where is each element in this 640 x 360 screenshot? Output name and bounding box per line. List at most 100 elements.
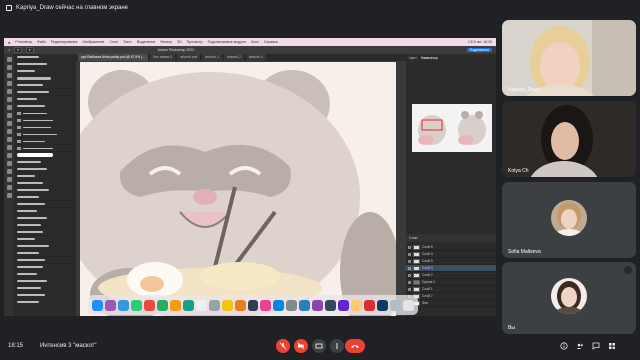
layer-row[interactable]: Фон	[406, 300, 496, 307]
photoshop-icon[interactable]	[377, 299, 388, 311]
messages-icon[interactable]	[130, 299, 142, 311]
brush-row[interactable]	[14, 285, 76, 292]
launchpad-icon[interactable]	[105, 299, 116, 311]
eye-icon[interactable]	[408, 273, 411, 277]
app-icon[interactable]	[364, 299, 376, 311]
brush-row[interactable]	[14, 236, 76, 243]
brush-row[interactable]	[14, 96, 76, 103]
home-icon[interactable]: ⌂	[8, 48, 10, 52]
share-button[interactable]: Поделиться	[466, 48, 492, 52]
layer-row[interactable]: Слой 4	[406, 251, 496, 258]
settings-icon[interactable]	[286, 299, 298, 311]
eye-icon[interactable]	[408, 252, 411, 256]
move-tool-icon[interactable]	[6, 57, 12, 62]
brush-row[interactable]	[14, 229, 76, 236]
eye-icon[interactable]	[408, 245, 411, 249]
document-tab[interactable]: artwork.psd	[177, 54, 201, 61]
healing-tool-icon[interactable]	[6, 105, 12, 110]
trash-icon[interactable]	[402, 299, 414, 311]
downloads-icon[interactable]	[390, 299, 401, 311]
participant-tile-self[interactable]: Вы	[502, 262, 636, 334]
pen-tool-icon[interactable]	[6, 153, 12, 158]
brush-folder[interactable]	[14, 124, 76, 131]
gradient-tool-icon[interactable]	[6, 137, 12, 142]
layer-row[interactable]: Слой 7	[406, 293, 496, 300]
menu-item[interactable]: 3D	[177, 40, 181, 44]
navigator-preview[interactable]	[412, 104, 492, 152]
chat-button[interactable]	[592, 342, 600, 350]
finder-icon[interactable]	[92, 299, 104, 311]
end-call-button[interactable]	[345, 339, 365, 353]
layer-row[interactable]: Группа 1	[406, 279, 496, 286]
brush-row[interactable]	[14, 278, 76, 285]
brush-row[interactable]	[14, 173, 76, 180]
eye-icon[interactable]	[408, 287, 411, 291]
brush-row[interactable]	[14, 257, 76, 264]
eraser-tool-icon[interactable]	[6, 129, 12, 134]
layer-row-selected[interactable]: Слой 3	[406, 265, 496, 272]
layer-row[interactable]: Слой 2	[406, 272, 496, 279]
brush-row[interactable]	[14, 208, 76, 215]
present-button[interactable]	[312, 339, 326, 353]
panel-tab-color[interactable]: Цвет	[409, 56, 417, 61]
viber-icon[interactable]	[312, 299, 324, 311]
brush-row[interactable]	[14, 54, 76, 61]
app-icon[interactable]	[338, 299, 350, 311]
document-tab[interactable]: Без имени-1	[150, 54, 176, 61]
brush-row[interactable]	[14, 264, 76, 271]
brush-row[interactable]	[14, 152, 76, 159]
contacts-icon[interactable]	[208, 299, 220, 311]
notes-icon[interactable]	[221, 299, 233, 311]
brush-row[interactable]	[14, 271, 76, 278]
menu-item[interactable]: Подключаемые модули	[208, 40, 246, 44]
facetime-icon[interactable]	[182, 299, 194, 311]
brush-folder[interactable]	[14, 131, 76, 138]
brush-folder[interactable]	[14, 117, 76, 124]
lasso-tool-icon[interactable]	[6, 73, 12, 78]
panel-tab-navigator[interactable]: Навигатор	[421, 56, 438, 61]
mode-option[interactable]: ▾	[25, 47, 34, 53]
brush-row[interactable]	[14, 187, 76, 194]
brush-row[interactable]	[14, 166, 76, 173]
brush-folder[interactable]	[14, 145, 76, 152]
brush-row[interactable]	[14, 201, 76, 208]
appstore-icon[interactable]	[273, 299, 285, 311]
chrome-icon[interactable]	[351, 299, 363, 311]
stamp-tool-icon[interactable]	[6, 121, 12, 126]
menu-item[interactable]: Photoshop	[15, 40, 32, 44]
mail-icon[interactable]	[143, 299, 155, 311]
menu-item[interactable]: Слои	[110, 40, 119, 44]
brush-tool-icon[interactable]	[6, 113, 12, 118]
document-tab[interactable]: artwork-3	[245, 54, 266, 61]
shape-tool-icon[interactable]	[6, 177, 12, 182]
more-options-icon[interactable]	[624, 266, 632, 274]
brush-row[interactable]	[14, 75, 76, 82]
layer-row[interactable]: Слой 1	[406, 286, 496, 293]
calendar-icon[interactable]	[195, 299, 207, 311]
menu-item[interactable]: Текст	[123, 40, 132, 44]
document-tab[interactable]: ppd Ballbama Alma paddy psd @ 67,5% (…	[78, 54, 149, 61]
layer-row[interactable]: Слой 6	[406, 244, 496, 251]
brush-row[interactable]	[14, 68, 76, 75]
mic-off-button[interactable]	[276, 339, 290, 353]
menu-item[interactable]: Фильтр	[160, 40, 172, 44]
eye-icon[interactable]	[408, 280, 411, 284]
mascot-artwork[interactable]	[80, 62, 396, 316]
camera-off-button[interactable]	[294, 339, 308, 353]
marquee-tool-icon[interactable]	[6, 65, 12, 70]
brush-folder[interactable]	[14, 110, 76, 117]
terminal-icon[interactable]	[325, 299, 337, 311]
brush-row[interactable]	[14, 292, 76, 299]
brush-row[interactable]	[14, 194, 76, 201]
brush-row[interactable]	[14, 299, 76, 306]
brush-row[interactable]	[14, 243, 76, 250]
participant-tile[interactable]: Sofia Maltseva	[502, 182, 636, 258]
brush-row[interactable]	[14, 89, 76, 96]
eye-icon[interactable]	[408, 259, 411, 263]
blur-tool-icon[interactable]	[6, 145, 12, 150]
safari-icon[interactable]	[117, 299, 129, 311]
menu-item[interactable]: Файл	[37, 40, 46, 44]
hand-tool-icon[interactable]	[6, 185, 12, 190]
menu-item[interactable]: Просмотр	[187, 40, 203, 44]
brush-tool-option[interactable]: ▾	[14, 47, 22, 53]
